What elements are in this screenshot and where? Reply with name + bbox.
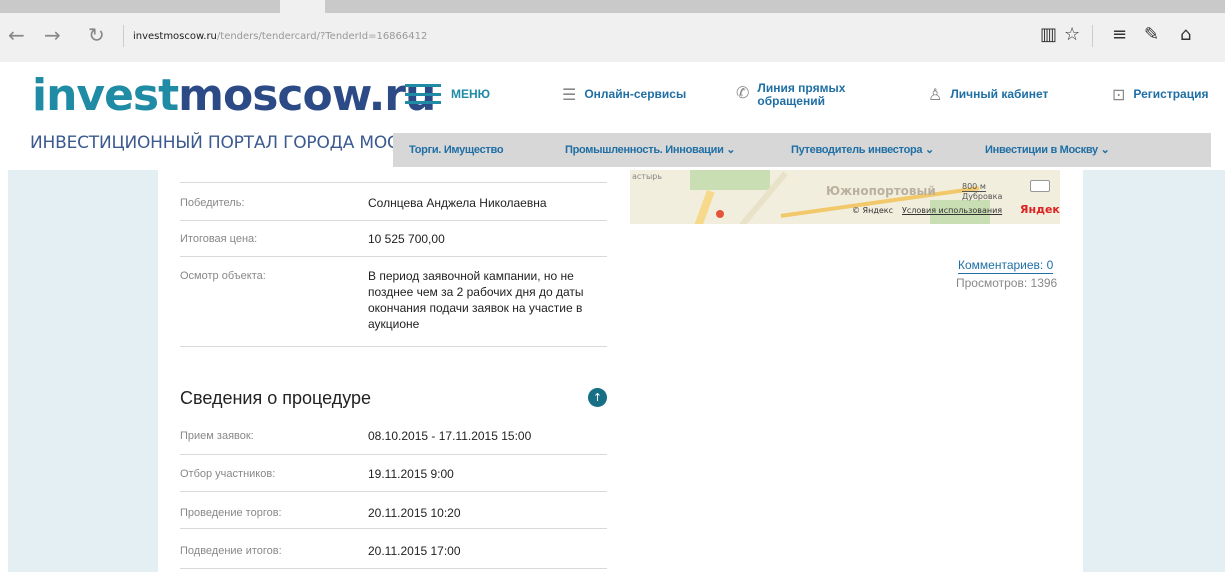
map-brand-logo: Яндекс (1020, 203, 1060, 216)
subnav-invest-moscow[interactable]: Инвестиции в Москву ⌄ (985, 142, 1110, 158)
subnav-industry[interactable]: Промышленность. Инновации ⌄ (565, 142, 736, 158)
map-copyright: © Яндекс (852, 206, 894, 215)
map-ruler-icon[interactable] (1030, 180, 1050, 192)
subnav-investor-guide[interactable]: Путеводитель инвестора ⌄ (791, 142, 934, 158)
inspection-label: Осмотр объекта: (180, 270, 266, 282)
procedure-row: Прием заявок: 08.10.2015 - 17.11.2015 15… (180, 418, 607, 455)
hotline-label: Линия прямых обращений (757, 82, 845, 108)
menu-label: МЕНЮ (451, 87, 491, 101)
map-place-label: Дубровка (962, 192, 1003, 201)
forward-icon[interactable]: → (44, 23, 61, 47)
procedure-row-label: Проведение торгов: (180, 507, 282, 519)
user-icon: ♙ (928, 85, 943, 104)
hub-icon[interactable]: ≡ (1112, 23, 1127, 47)
map-marker-icon (716, 210, 724, 218)
logo-part-moscow: moscow.ru (178, 70, 436, 121)
back-icon[interactable]: ← (8, 23, 25, 47)
reading-view-icon[interactable]: ▥ (1040, 23, 1057, 47)
map-corner-label: астырь (632, 172, 663, 181)
browser-address-bar: ← → ↻ investmoscow.ru/tenders/tendercard… (0, 13, 1225, 62)
subnav-auctions[interactable]: Торги. Имущество (409, 142, 504, 158)
web-note-icon[interactable]: ✎ (1144, 23, 1159, 47)
share-icon[interactable]: ⌂ (1180, 23, 1191, 47)
hotline-label-line1: Линия прямых (757, 81, 846, 95)
map-road (693, 189, 715, 224)
active-tab[interactable] (280, 0, 325, 13)
procedure-row: Проведение торгов: 20.11.2015 10:20 (180, 492, 607, 529)
browser-tab-strip (0, 0, 1225, 13)
personal-cabinet-label: Личный кабинет (950, 87, 1049, 101)
procedure-row-label: Прием заявок: (180, 430, 254, 442)
inspection-value: В период заявочной кампании, но не поздн… (368, 269, 584, 331)
procedure-row-value: 08.10.2015 - 17.11.2015 15:00 (368, 429, 532, 443)
location-map[interactable]: астырь Южнопортовый Дубровка 800 м © Янд… (630, 170, 1060, 224)
procedure-section-title: Сведения о процедуре (180, 388, 372, 408)
procedure-row: Отбор участников: 19.11.2015 9:00 (180, 455, 607, 492)
procedure-row-label: Подведение итогов: (180, 545, 282, 557)
site-tagline: ИНВЕСТИЦИОННЫЙ ПОРТАЛ ГОРОДА МОСКВЫ (30, 133, 437, 153)
price-value: 10 525 700,00 (368, 232, 445, 246)
map-park-area (690, 170, 770, 190)
procedure-row: Подведение итогов: 20.11.2015 17:00 (180, 529, 607, 569)
register-link[interactable]: ⊡ Регистрация (1112, 85, 1209, 104)
refresh-icon[interactable]: ↻ (88, 23, 105, 47)
personal-cabinet-link[interactable]: ♙ Личный кабинет (928, 85, 1049, 104)
hamburger-icon (405, 84, 441, 104)
winner-label: Победитель: (180, 197, 245, 209)
register-label: Регистрация (1133, 87, 1209, 101)
detail-row-inspection: Осмотр объекта: В период заявочной кампа… (180, 257, 607, 347)
map-terms-link[interactable]: Условия использования (902, 206, 1002, 215)
lock-icon: ⊡ (1112, 85, 1126, 104)
online-services-icon: ☰ (562, 85, 577, 104)
procedure-row-value: 19.11.2015 9:00 (368, 467, 454, 481)
price-label: Итоговая цена: (180, 233, 258, 245)
map-scale: 800 м (962, 182, 986, 192)
hotline-label-line2: обращений (757, 94, 825, 108)
address-separator (123, 25, 124, 47)
procedure-row-value: 20.11.2015 17:00 (368, 544, 461, 558)
sub-navigation: Торги. Имущество Промышленность. Инновац… (393, 133, 1211, 167)
detail-row-price: Итоговая цена: 10 525 700,00 (180, 221, 607, 257)
url-path: /tenders/tendercard/?TenderId=16866412 (216, 31, 428, 42)
site-header: investmoscow.ru ИНВЕСТИЦИОННЫЙ ПОРТАЛ ГО… (0, 62, 1225, 170)
url-host: investmoscow.ru (133, 31, 217, 42)
views-count: Просмотров: 1396 (956, 276, 1058, 290)
winner-value: Солнцева Анджела Николаевна (368, 196, 547, 210)
procedure-row-label: Отбор участников: (180, 468, 276, 480)
phone-icon: ✆ (736, 83, 750, 102)
detail-row-winner: Победитель: Солнцева Анджела Николаевна (180, 183, 607, 221)
menu-button[interactable]: МЕНЮ (405, 84, 490, 104)
toolbar-separator (1092, 25, 1093, 47)
procedure-row-value: 20.11.2015 10:20 (368, 506, 461, 520)
scroll-up-button[interactable]: ↑ (588, 388, 607, 407)
logo-part-invest: invest (32, 70, 179, 121)
map-district-label: Южнопортовый (826, 184, 936, 198)
hotline-link[interactable]: ✆ Линия прямых обращений (736, 82, 845, 108)
favorite-star-icon[interactable]: ☆ (1064, 23, 1080, 47)
url-field[interactable]: investmoscow.ru/tenders/tendercard/?Tend… (133, 29, 427, 45)
site-logo[interactable]: investmoscow.ru (32, 66, 436, 126)
online-services-label: Онлайн-сервисы (584, 87, 687, 101)
comments-link[interactable]: Комментариев: 0 (958, 257, 1054, 274)
arrow-up-icon: ↑ (592, 391, 603, 404)
online-services-link[interactable]: ☰ Онлайн-сервисы (562, 85, 687, 104)
